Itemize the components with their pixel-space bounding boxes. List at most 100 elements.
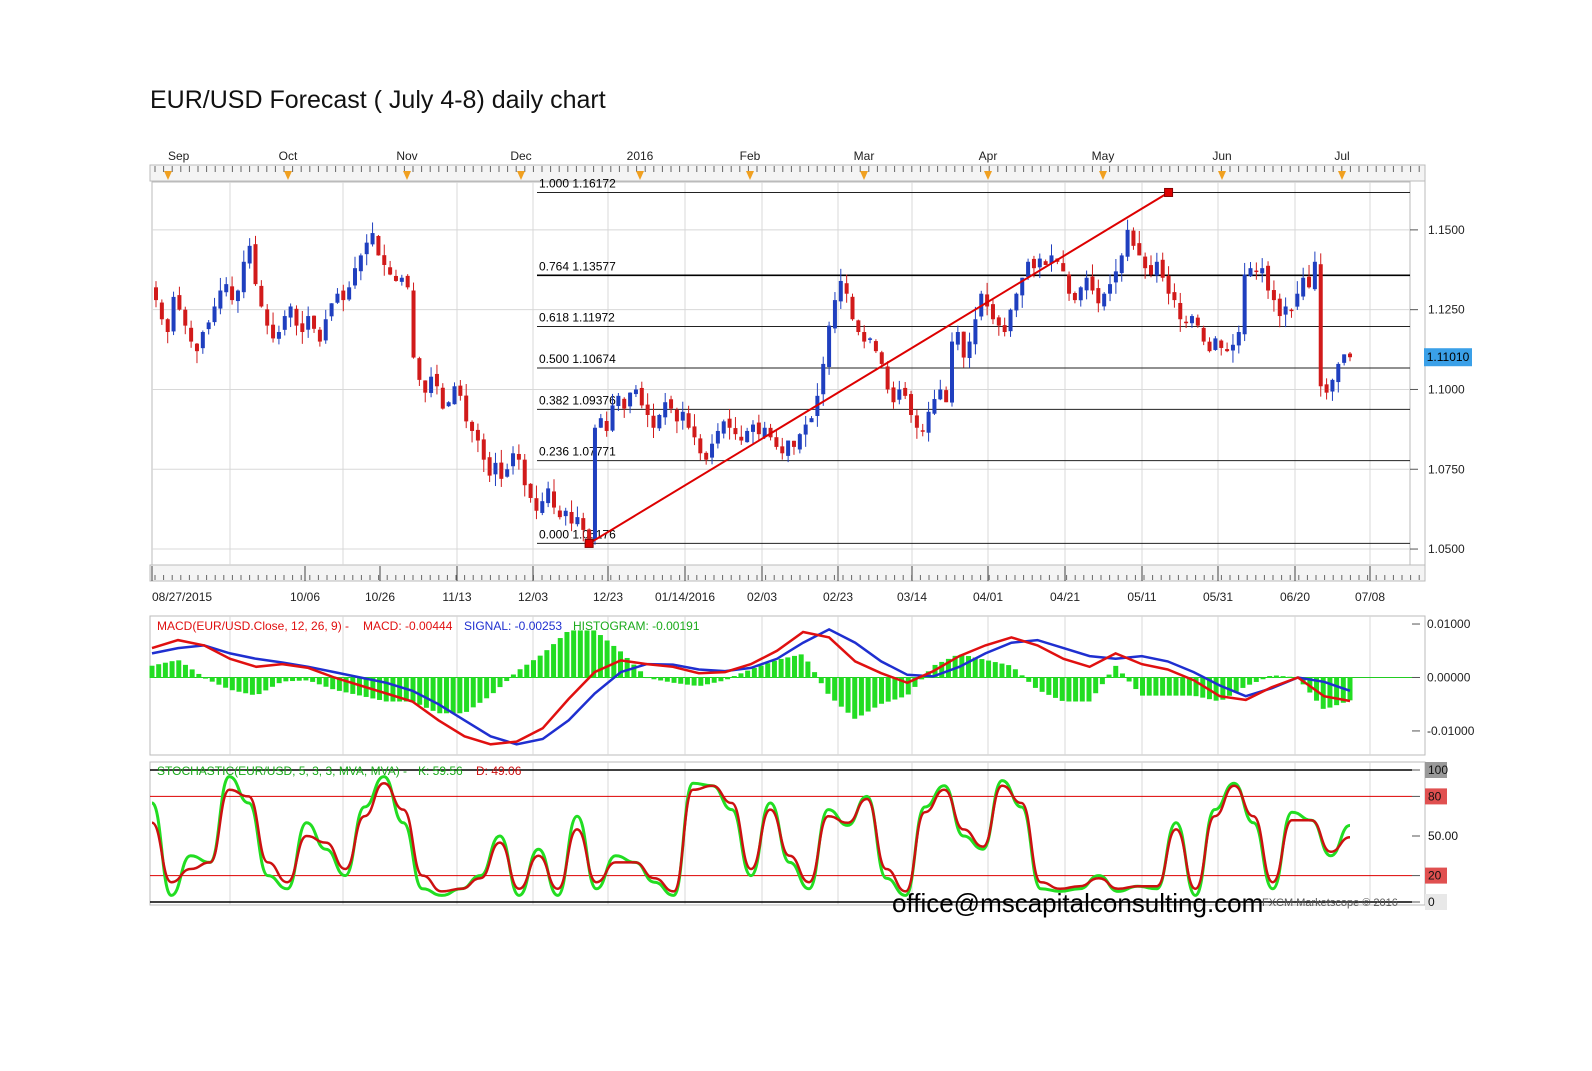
histogram-bar xyxy=(464,677,470,712)
histogram-bar xyxy=(564,632,570,678)
candle-body xyxy=(1312,261,1317,290)
histogram-bar xyxy=(577,630,583,678)
candle-body xyxy=(189,327,194,342)
candle-body xyxy=(171,296,176,332)
price-plot-area xyxy=(151,181,1411,566)
histogram-bar xyxy=(1166,677,1172,696)
candle-body xyxy=(312,315,317,329)
histogram-bar xyxy=(571,630,577,678)
price-panel xyxy=(149,164,1426,582)
candle-body xyxy=(1330,379,1335,392)
histogram-bar xyxy=(1334,677,1340,706)
macd-title: MACD(EUR/USD.Close, 12, 26, 9) - xyxy=(157,619,349,633)
candle-body xyxy=(1014,293,1019,311)
histogram-bar xyxy=(182,664,188,678)
candle-body xyxy=(452,386,457,405)
candle-body xyxy=(1184,321,1189,324)
candle-body xyxy=(183,309,188,326)
candle-body xyxy=(751,424,755,432)
stoch-tick-label: 80 xyxy=(1428,789,1442,803)
histogram-bar xyxy=(1066,677,1072,702)
candle-body xyxy=(481,439,486,460)
histogram-bar xyxy=(450,677,456,714)
candle-body xyxy=(633,389,638,395)
candle-body xyxy=(868,338,873,340)
macd-tick-label: 0.01000 xyxy=(1427,617,1471,631)
histogram-bar xyxy=(698,677,704,686)
candle-body xyxy=(704,452,709,460)
histogram-bar xyxy=(504,677,510,682)
histogram-bar xyxy=(879,677,885,704)
histogram-bar xyxy=(1099,677,1105,685)
candle-body xyxy=(686,413,691,428)
histogram-bar xyxy=(169,661,175,678)
candle-body xyxy=(1342,354,1347,363)
candle-body xyxy=(961,331,966,358)
month-label: Feb xyxy=(740,149,761,163)
histogram-bar xyxy=(330,677,336,690)
candle-body xyxy=(920,430,925,432)
candle-body xyxy=(212,306,217,323)
candle-body xyxy=(1207,341,1212,352)
candle-body xyxy=(622,398,627,409)
candle-body xyxy=(294,308,299,326)
histogram-bar xyxy=(792,655,798,678)
histogram-bar xyxy=(1273,675,1279,678)
candle-body xyxy=(674,409,679,422)
histogram-bar xyxy=(818,677,824,684)
candle-body xyxy=(1154,261,1159,276)
histogram-bar xyxy=(1126,677,1132,682)
histogram-bar xyxy=(457,677,463,714)
fib-level-label: 0.236 1.07771 xyxy=(539,445,616,459)
stoch-tick-label: 0 xyxy=(1428,895,1435,909)
candle-body xyxy=(358,255,363,272)
candle-body xyxy=(271,324,276,339)
candle-body xyxy=(1037,258,1042,268)
date-label: 04/21 xyxy=(1050,590,1080,604)
candle-body xyxy=(903,387,908,396)
histogram-bar xyxy=(658,677,664,681)
candle-body xyxy=(780,446,785,454)
histogram-bar xyxy=(1160,677,1166,696)
candle-body xyxy=(797,434,802,450)
stoch-tick-label: 50.00 xyxy=(1428,829,1458,843)
histogram-bar xyxy=(510,674,516,678)
candle-body xyxy=(341,290,346,301)
histogram-bar xyxy=(1240,677,1246,688)
candle-body xyxy=(429,376,434,393)
candle-body xyxy=(557,510,562,518)
histogram-bar xyxy=(162,662,168,678)
histogram-bar xyxy=(223,677,229,688)
candle-body xyxy=(698,438,703,454)
fib-level-label: 0.764 1.13577 xyxy=(539,259,616,273)
date-band xyxy=(149,564,1426,582)
histogram-bar xyxy=(986,660,992,678)
histogram-bar xyxy=(1140,677,1146,696)
candle-body xyxy=(1336,363,1341,383)
histogram-bar xyxy=(858,677,864,716)
candle-body xyxy=(873,341,878,352)
candle-body xyxy=(1201,327,1206,342)
candle-body xyxy=(1213,338,1218,350)
candle-body xyxy=(1084,277,1089,291)
histogram-bar xyxy=(524,664,530,678)
stochastic-title: STOCHASTIC(EUR/USD, 5, 3, 3, MVA, MVA) - xyxy=(157,764,407,778)
candle-body xyxy=(1160,259,1165,278)
candle-body xyxy=(1026,261,1031,277)
date-label: 06/20 xyxy=(1280,590,1310,604)
stoch-k-readout: K: 59.56 xyxy=(418,764,463,778)
histogram-bar xyxy=(229,677,235,691)
candle-body xyxy=(388,267,393,275)
histogram-bar xyxy=(1280,676,1286,678)
candle-body xyxy=(1143,256,1148,269)
histogram-bar xyxy=(196,673,202,678)
candle-body xyxy=(1318,264,1323,387)
month-label: Sep xyxy=(168,149,190,163)
date-label: 12/03 xyxy=(518,590,548,604)
histogram-bar xyxy=(1012,669,1018,678)
candle-body xyxy=(253,244,258,285)
month-label: May xyxy=(1092,149,1115,163)
histogram-bar xyxy=(303,677,309,681)
candle-body xyxy=(446,402,451,407)
month-label: Oct xyxy=(279,149,298,163)
